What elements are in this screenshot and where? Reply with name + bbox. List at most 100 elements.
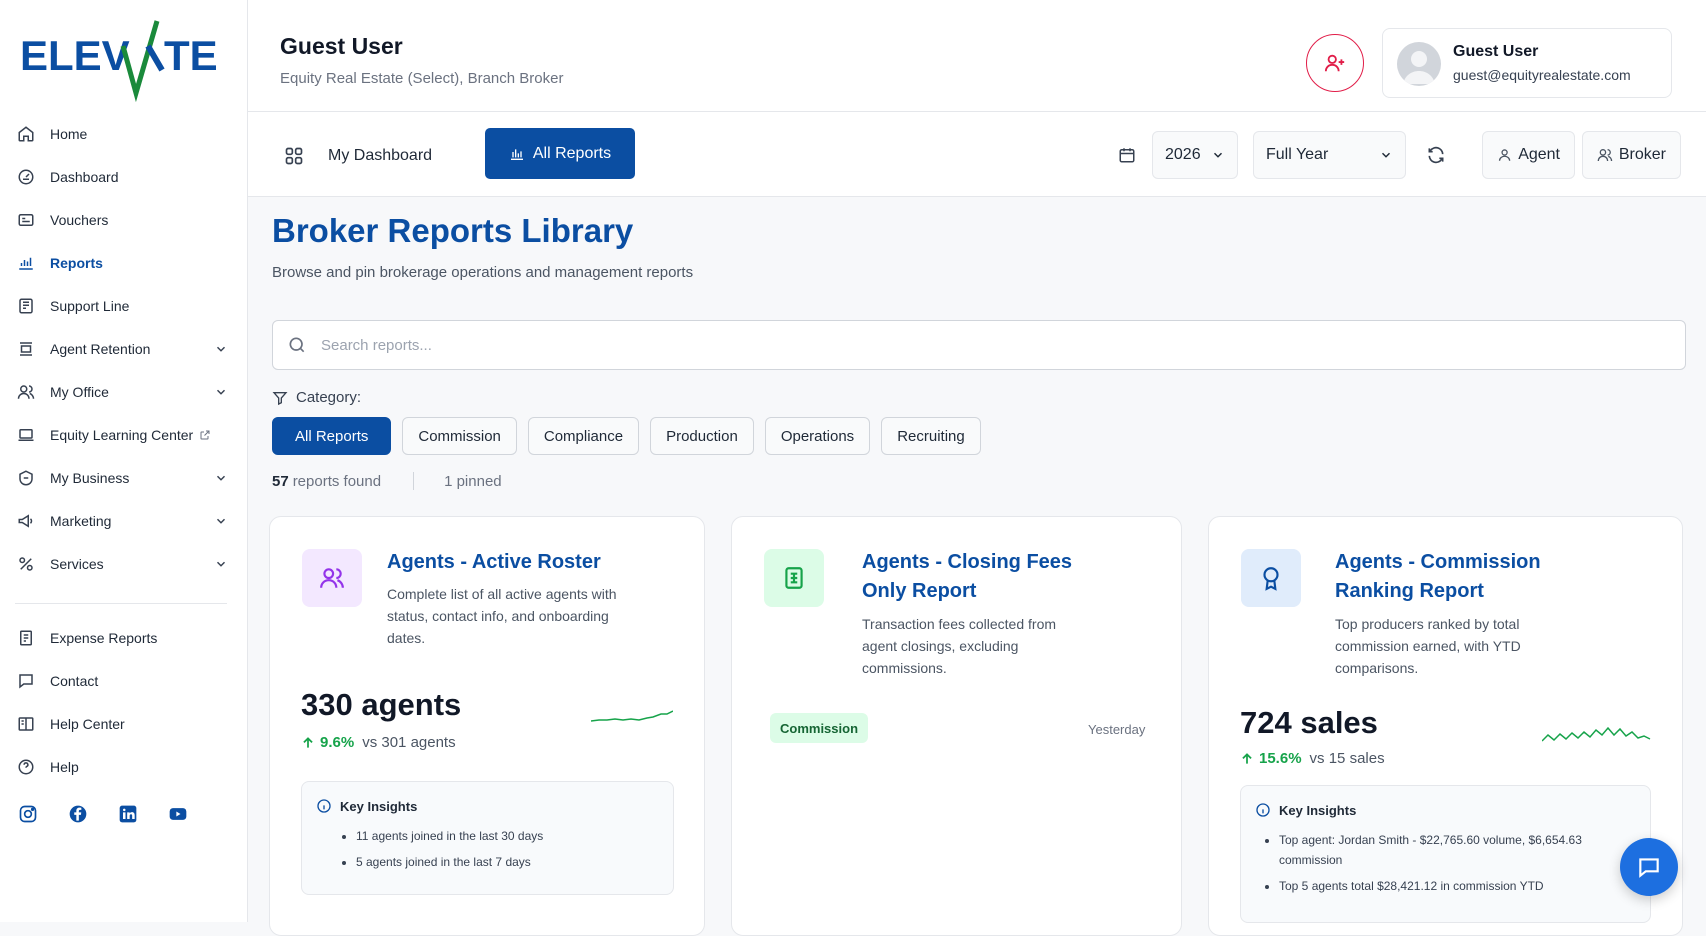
user-icon: [1498, 149, 1511, 161]
card-delta: 9.6% vs 301 agents: [301, 734, 456, 751]
sidebar-item-help[interactable]: Help: [0, 745, 248, 788]
card-description: Complete list of all active agents with …: [387, 586, 617, 646]
info-icon: [317, 799, 331, 813]
sidebar-item-label: Vouchers: [50, 211, 109, 228]
card-delta: 15.6% vs 15 sales: [1240, 750, 1385, 767]
user-profile-card[interactable]: Guest User guest@equityrealestate.com: [1382, 28, 1672, 98]
tab-all-reports[interactable]: All Reports: [485, 128, 635, 179]
chat-button[interactable]: [1620, 838, 1678, 896]
chat-icon: [1639, 858, 1659, 878]
delta-percent: 9.6%: [301, 734, 354, 751]
laptop-icon: [18, 428, 34, 441]
insights-list: 11 agents joined in the last 30 days 5 a…: [316, 826, 659, 872]
sidebar-item-support-line[interactable]: Support Line: [0, 284, 248, 327]
facebook-icon[interactable]: [68, 804, 88, 824]
linkedin-icon[interactable]: [118, 804, 138, 824]
last-updated: Yesterday: [1088, 722, 1146, 737]
voucher-icon: [18, 213, 34, 226]
sidebar-item-label: Expense Reports: [50, 629, 158, 646]
category-tag: Commission: [770, 713, 869, 743]
sidebar-item-my-business[interactable]: My Business: [0, 456, 248, 499]
tab-my-dashboard[interactable]: My Dashboard: [284, 140, 432, 172]
sidebar-item-label: Help Center: [50, 715, 125, 732]
insights-heading: Key Insights: [1255, 802, 1636, 818]
chip-commission[interactable]: Commission: [402, 417, 517, 455]
delta-percent-value: 9.6%: [320, 734, 355, 751]
chip-production[interactable]: Production: [650, 417, 754, 455]
info-icon: [1256, 803, 1270, 817]
delta-comparison: vs 301 agents: [362, 734, 456, 751]
delta-comparison: vs 15 sales: [1309, 750, 1385, 767]
social-links: [18, 804, 188, 824]
tab-label: All Reports: [532, 144, 612, 162]
card-description: Transaction fees collected from agent cl…: [862, 616, 1057, 676]
sidebar-item-equity-learning-center[interactable]: Equity Learning Center: [0, 413, 248, 456]
sidebar-item-my-office[interactable]: My Office: [0, 370, 248, 413]
sidebar-item-services[interactable]: Services: [0, 542, 248, 585]
agent-view-button[interactable]: Agent: [1482, 131, 1575, 179]
megaphone-icon: [18, 513, 33, 528]
year-select[interactable]: 2026: [1152, 131, 1238, 179]
divider: [413, 472, 415, 490]
help-icon: [18, 759, 34, 774]
card-title-line: Ranking Report: [1335, 580, 1484, 602]
page-subtitle: Browse and pin brokerage operations and …: [272, 264, 694, 281]
sparkline-chart: [591, 710, 673, 722]
sidebar-item-dashboard[interactable]: Dashboard: [0, 155, 248, 198]
search-input[interactable]: [321, 336, 1621, 354]
sidebar-item-vouchers[interactable]: Vouchers: [0, 198, 248, 241]
elevate-logo[interactable]: ELEV TE: [20, 18, 220, 102]
card-metric: 330 agents: [301, 687, 462, 722]
add-user-button[interactable]: [1306, 34, 1364, 92]
sidebar-item-agent-retention[interactable]: Agent Retention: [0, 327, 248, 370]
insights-title: Key Insights: [340, 798, 418, 814]
chip-all-reports[interactable]: All Reports: [272, 417, 392, 455]
broker-view-button[interactable]: Broker: [1582, 131, 1681, 179]
award-icon: [1263, 567, 1279, 591]
card-metric: 724 sales: [1240, 705, 1378, 740]
key-insights-panel: Key Insights Top agent: Jordan Smith - $…: [1240, 785, 1651, 923]
sidebar-item-marketing[interactable]: Marketing: [0, 499, 248, 542]
reports-icon: [19, 257, 33, 270]
youtube-icon[interactable]: [168, 804, 188, 824]
insights-title: Key Insights: [1279, 802, 1357, 818]
delta-percent-value: 15.6%: [1259, 750, 1302, 767]
sparkline-chart: [1542, 726, 1651, 742]
sidebar-item-home[interactable]: Home: [0, 112, 248, 155]
retention-icon: [20, 341, 32, 356]
spreadsheet-icon: [785, 567, 803, 589]
key-insights-panel: Key Insights 11 agents joined in the las…: [301, 781, 674, 895]
chip-operations[interactable]: Operations: [764, 417, 871, 455]
sidebar-item-label: Marketing: [50, 512, 112, 529]
card-title-line: Agents - Closing Fees: [862, 551, 1073, 573]
users-icon: [320, 568, 344, 588]
sidebar-item-expense-reports[interactable]: Expense Reports: [0, 616, 248, 659]
sidebar-bottom-nav: Expense Reports Contact Help Center Help: [0, 616, 248, 788]
sidebar-item-reports[interactable]: Reports: [0, 241, 248, 284]
instagram-icon[interactable]: [18, 804, 38, 824]
chip-recruiting[interactable]: Recruiting: [881, 417, 981, 455]
external-link-icon: [200, 430, 210, 439]
avatar: [1397, 42, 1441, 86]
dashboard-icon: [18, 169, 34, 184]
chip-compliance[interactable]: Compliance: [527, 417, 640, 455]
report-card-active-roster[interactable]: Agents - Active Roster Complete list of …: [269, 516, 705, 936]
card-title: Agents - Active Roster: [387, 551, 601, 573]
card-icon-badge: [302, 549, 362, 607]
page-title: Broker Reports Library: [272, 212, 634, 249]
home-icon: [18, 125, 34, 141]
report-card-closing-fees[interactable]: Agents - Closing Fees Only Report Transa…: [731, 516, 1182, 936]
sidebar-item-label: My Business: [50, 469, 130, 486]
users-icon: [1597, 149, 1613, 162]
sidebar-nav: Home Dashboard Vouchers Reports Support …: [0, 112, 248, 585]
report-card-commission-ranking[interactable]: Agents - Commission Ranking Report Top p…: [1208, 516, 1683, 936]
period-value: Full Year: [1266, 146, 1329, 163]
refresh-icon[interactable]: [1426, 145, 1446, 165]
period-select[interactable]: Full Year: [1253, 131, 1406, 179]
card-description: Top producers ranked by total commission…: [1335, 616, 1521, 676]
sidebar-item-contact[interactable]: Contact: [0, 659, 248, 702]
search-icon: [289, 337, 305, 353]
sidebar-item-help-center[interactable]: Help Center: [0, 702, 248, 745]
insight-item: Top agent: Jordan Smith - $22,765.60 vol…: [1279, 830, 1596, 870]
sidebar-item-label: Equity Learning Center: [50, 426, 194, 443]
